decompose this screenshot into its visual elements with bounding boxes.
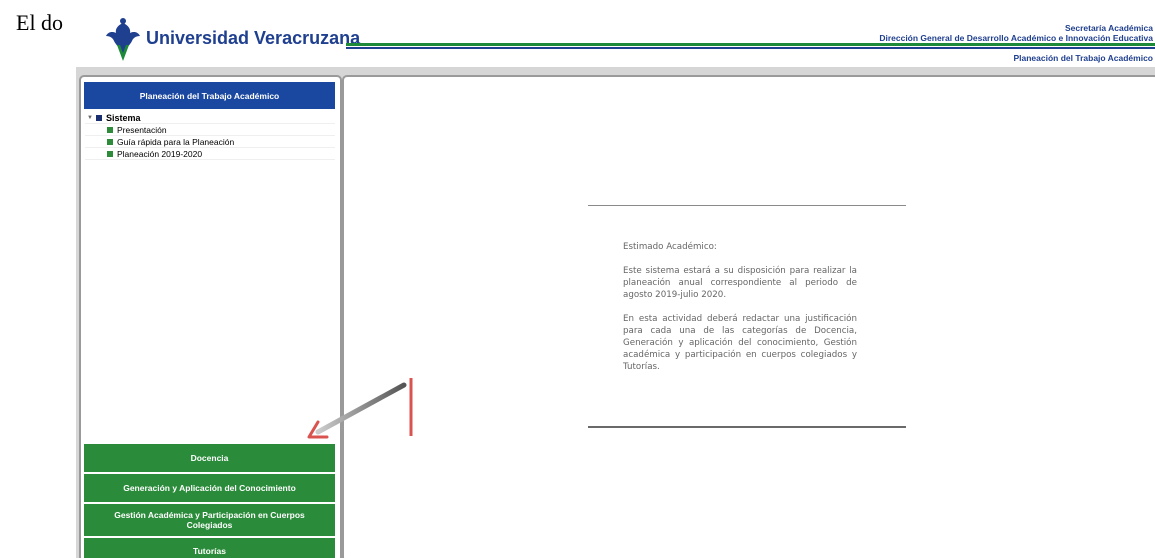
menu-tree: ▼ Sistema Presentación Guía rápida para …	[85, 112, 335, 160]
header: Universidad Veracruzana Secretaría Acadé…	[76, 9, 1155, 67]
tree-root-label: Sistema	[106, 112, 141, 123]
tree-item-guia-rapida[interactable]: Guía rápida para la Planeación	[85, 136, 335, 148]
nav-button-gestion[interactable]: Gestión Académica y Participación en Cue…	[84, 504, 335, 536]
content-panel: Estimado Académico: Este sistema estará …	[342, 75, 1155, 558]
message-bottom-divider	[588, 426, 906, 428]
expand-triangle-icon[interactable]: ▼	[87, 115, 96, 121]
tree-root-sistema[interactable]: ▼ Sistema	[85, 112, 335, 124]
message-paragraph-1: Este sistema estará a su disposición par…	[623, 266, 857, 300]
tree-item-label: Planeación 2019-2020	[117, 148, 203, 159]
direccion-label: Dirección General de Desarrollo Académic…	[879, 33, 1153, 43]
welcome-message: Estimado Académico: Este sistema estará …	[623, 241, 857, 385]
sidebar-panel: Planeación del Trabajo Académico ▼ Siste…	[79, 75, 342, 558]
header-blue-line	[346, 47, 1155, 49]
message-greeting: Estimado Académico:	[623, 242, 717, 252]
tree-item-label: Presentación	[117, 124, 167, 135]
university-name: Universidad Veracruzana	[146, 28, 361, 48]
nav-button-docencia[interactable]: Docencia	[84, 444, 335, 472]
folder-icon	[96, 114, 102, 121]
message-paragraph-2: En esta actividad deberá redactar una ju…	[623, 314, 857, 372]
university-logo-icon	[106, 18, 140, 61]
message-top-divider	[588, 205, 906, 206]
tree-item-label: Guía rápida para la Planeación	[117, 136, 235, 147]
header-institution: Secretaría Académica Dirección General d…	[879, 23, 1153, 43]
document-text: El do	[16, 10, 64, 35]
sidebar-title: Planeación del Trabajo Académico	[84, 82, 335, 109]
header-green-line	[346, 43, 1155, 46]
nav-button-tutorias[interactable]: Tutorías	[84, 538, 335, 558]
tree-item-planeacion-2019-2020[interactable]: Planeación 2019-2020	[85, 148, 335, 160]
page-icon	[107, 126, 113, 133]
page-icon	[107, 150, 113, 157]
page-icon	[107, 138, 113, 145]
tree-item-presentacion[interactable]: Presentación	[85, 124, 335, 136]
secretaria-label: Secretaría Académica	[1064, 23, 1153, 33]
app-window: Universidad Veracruzana Secretaría Acadé…	[76, 9, 1155, 558]
nav-button-generacion[interactable]: Generación y Aplicación del Conocimiento	[84, 474, 335, 502]
system-title: Planeación del Trabajo Académico	[1013, 53, 1153, 63]
